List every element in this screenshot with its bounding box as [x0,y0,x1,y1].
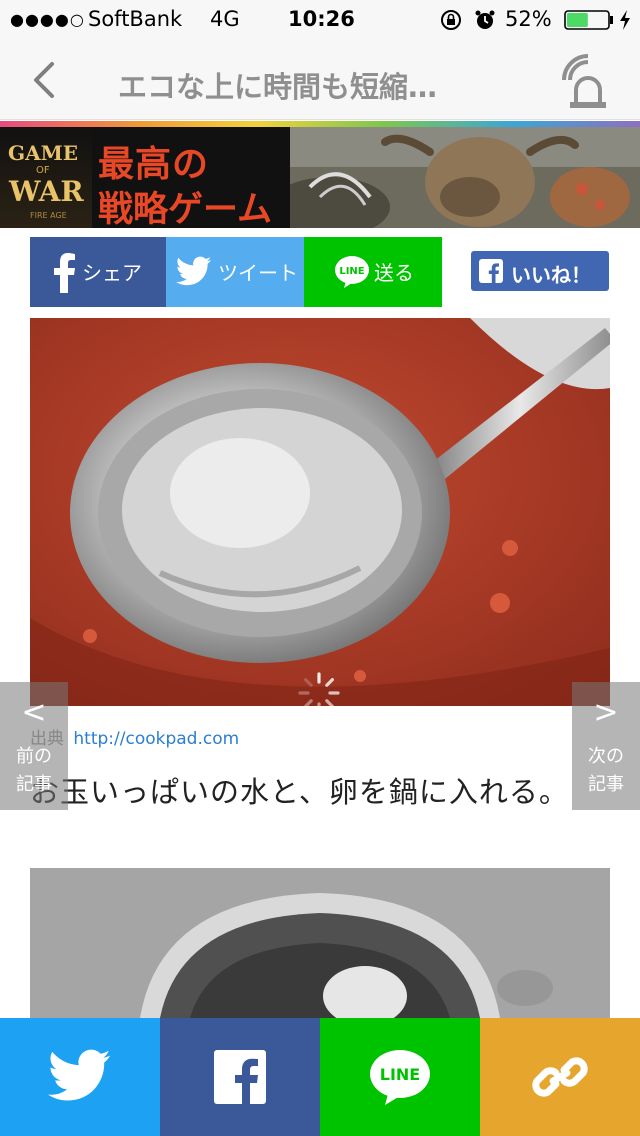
facebook-icon [479,259,503,283]
twitter-share-button[interactable]: ツイート [166,237,304,307]
ad-game-logo: GAME OF WAR FIRE AGE [0,127,92,228]
ad-headline-line1: 最高の [98,143,210,185]
ad-logo-war: WAR [9,175,84,208]
prev-label-line1: 前の [16,746,52,767]
twitter-icon [176,256,211,286]
page-title: エコな上に時間も短縮… [118,70,438,104]
rotation-lock-icon [441,10,461,30]
ad-logo-subtitle: FIRE AGE [30,211,67,220]
notification-bell-icon[interactable] [560,50,616,112]
back-button[interactable] [24,58,68,102]
clock: 10:26 [288,7,355,31]
signal-strength: ●●●●○ [10,10,85,29]
bottom-facebook-button[interactable] [160,1018,320,1136]
ad-headline: 最高の 戦略ゲーム [92,127,290,228]
pot-photo [30,868,610,1018]
source-link[interactable]: http://cookpad.com [73,729,239,749]
prev-label-line2: 記事 [16,774,52,795]
next-label-line1: 次の [588,746,624,767]
battery-percent: 52% [505,7,552,31]
bottom-share-bar: LINE [0,1018,640,1136]
charging-bolt-icon [620,10,630,30]
chevron-right-icon: > [593,695,619,730]
banner-ad[interactable]: GAME OF WAR FIRE AGE 最高の 戦略ゲーム [0,127,640,228]
navigation-bar: エコな上に時間も短縮… [0,40,640,120]
line-icon: LINE [370,1050,430,1105]
facebook-share-label: シェア [82,261,142,285]
loading-spinner-icon [298,672,340,714]
like-label: いいね！ [511,263,591,287]
ad-logo-game: GAME [8,141,78,165]
line-logo-text: LINE [380,1065,420,1084]
ad-headline-line2: 戦略ゲーム [98,189,272,228]
facebook-icon [54,253,75,293]
twitter-share-label: ツイート [218,261,298,285]
status-bar: ●●●●○ SoftBank 4G 10:26 52% [0,0,640,40]
ladle-photo [30,318,610,706]
next-article-button[interactable]: > 次の 記事 [572,682,640,810]
article-image-pot [30,868,610,1018]
line-share-label: 送る [374,261,414,285]
line-share-button[interactable]: LINE 送る [304,237,442,307]
battery-icon [564,10,613,30]
bottom-twitter-button[interactable] [0,1018,160,1136]
link-icon [532,1057,588,1097]
article-image-ladle [30,318,610,706]
facebook-icon [214,1050,266,1104]
bottom-line-button[interactable]: LINE [320,1018,480,1136]
facebook-share-button[interactable]: シェア [30,237,166,307]
previous-article-button[interactable]: < 前の 記事 [0,682,68,810]
bottom-copy-link-button[interactable] [480,1018,640,1136]
network-type: 4G [210,7,240,31]
line-icon: LINE [335,256,369,288]
twitter-icon [48,1049,111,1101]
article-caption: お玉いっぱいの水と、卵を鍋に入れる。 [30,775,569,809]
ad-monster-illustration [290,127,640,228]
next-label-line2: 記事 [588,774,624,795]
carrier-name: SoftBank [88,7,183,31]
chevron-left-icon: < [21,695,47,730]
alarm-icon [475,10,495,29]
facebook-like-button[interactable]: いいね！ [471,251,609,291]
svg-text:LINE: LINE [339,266,364,277]
